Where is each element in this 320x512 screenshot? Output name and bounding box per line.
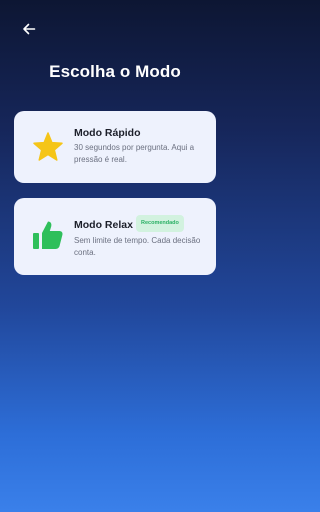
arrow-left-icon [23,23,36,35]
mode-description-relax: Sem limite de tempo. Cada decisão conta. [74,236,201,257]
page-title: Escolha o Modo [49,62,181,81]
recommended-badge: Recomendado [136,215,184,232]
mode-card-rapid[interactable]: Modo Rápido 30 segundos por pergunta. Aq… [14,111,216,183]
thumbs-up-icon [33,221,63,249]
back-button[interactable] [18,18,40,40]
mode-title-rapid: Modo Rápido [74,127,141,139]
mode-description-rapid: 30 segundos por pergunta. Aqui a pressão… [74,143,195,164]
mode-title-relax: Modo Relax [74,219,133,231]
mode-card-relax[interactable]: Modo Relax Recomendado Sem limite de tem… [14,198,216,275]
star-icon [33,132,63,161]
